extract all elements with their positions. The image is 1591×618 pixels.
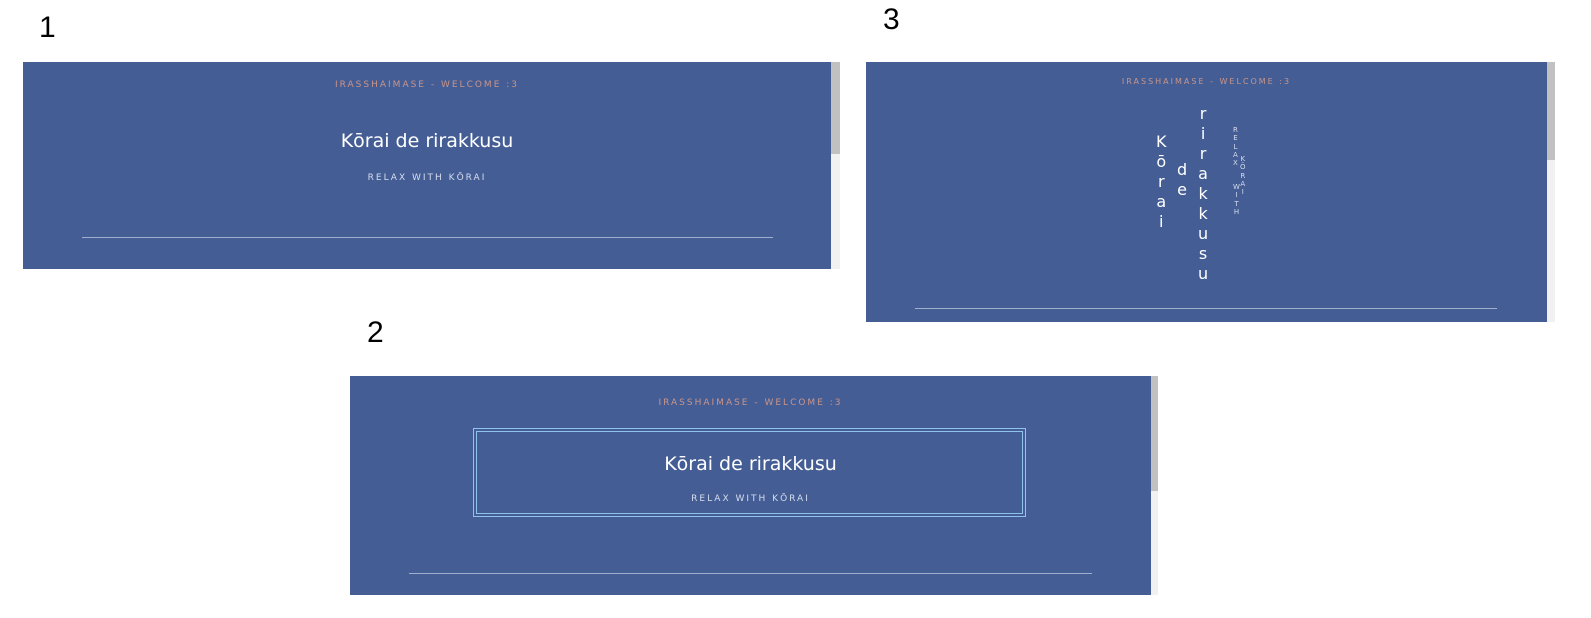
vertical-letter: i xyxy=(1159,212,1164,231)
hero-subtitle: RELAX WITH KŌRAI xyxy=(691,494,810,504)
vertical-letter: T xyxy=(1234,199,1239,208)
hero-subtitle-word-with: WITH xyxy=(1233,183,1240,216)
vertical-letter: u xyxy=(1198,264,1209,283)
welcome-text: IRASSHAIMASE - WELCOME :3 xyxy=(334,80,520,90)
vertical-letter: I xyxy=(1235,191,1238,200)
hero-section: IRASSHAIMASE - WELCOME :3 Kōrai de rirak… xyxy=(350,376,1151,595)
vertical-letter: R xyxy=(1233,126,1238,134)
vertical-letter: i xyxy=(1200,124,1206,143)
welcome-text: IRASSHAIMASE - WELCOME :3 xyxy=(658,398,843,408)
vertical-letter: L xyxy=(1233,142,1238,151)
vertical-letter: r xyxy=(1157,172,1165,191)
vertical-letter: d xyxy=(1177,160,1188,179)
vertical-letter: K xyxy=(1156,132,1167,151)
vertical-letter: e xyxy=(1177,180,1187,199)
scrollbar[interactable] xyxy=(831,62,840,269)
screenshot-panel-3: IRASSHAIMASE - WELCOME :3 Kōrai de rirak… xyxy=(866,62,1555,322)
vertical-letter: a xyxy=(1156,192,1167,211)
vertical-letter: s xyxy=(1198,244,1208,263)
vertical-letter: r xyxy=(1199,104,1207,123)
scrollbar-thumb[interactable] xyxy=(1547,62,1555,160)
hero-section: IRASSHAIMASE - WELCOME :3 Kōrai de rirak… xyxy=(866,62,1547,322)
vertical-letter: ō xyxy=(1156,152,1167,171)
vertical-letter: A xyxy=(1233,150,1238,159)
divider-line xyxy=(915,308,1497,309)
scrollbar-thumb[interactable] xyxy=(1151,376,1158,491)
scrollbar[interactable] xyxy=(1547,62,1555,322)
hero-subtitle: RELAX WITH KŌRAI xyxy=(367,173,487,183)
vertical-letter: u xyxy=(1198,224,1209,243)
vertical-letter: X xyxy=(1233,159,1238,168)
welcome-text: IRASSHAIMASE - WELCOME :3 xyxy=(1121,77,1292,86)
screenshot-panel-1: IRASSHAIMASE - WELCOME :3 Kōrai de rirak… xyxy=(23,62,840,269)
hero-title-word-rirakkusu: rirakkusu xyxy=(1198,104,1208,284)
figure-label-3: 3 xyxy=(883,3,900,36)
vertical-letter: I xyxy=(1241,188,1244,197)
vertical-letter: H xyxy=(1233,207,1240,216)
vertical-letter: E xyxy=(1233,134,1238,143)
screenshot-panel-2: IRASSHAIMASE - WELCOME :3 Kōrai de rirak… xyxy=(350,376,1158,595)
divider-line xyxy=(409,573,1092,574)
vertical-letter: Ō xyxy=(1240,163,1246,172)
divider-line xyxy=(82,237,773,238)
vertical-letter: r xyxy=(1199,144,1207,163)
hero-title-word-korai: Kōrai xyxy=(1156,132,1167,232)
hero-subtitle-word-relax: RELAX xyxy=(1233,126,1238,167)
hero-title-word-de: de xyxy=(1177,160,1187,200)
hero-section: IRASSHAIMASE - WELCOME :3 Kōrai de rirak… xyxy=(23,62,831,269)
vertical-letter: W xyxy=(1233,183,1240,191)
hero-subtitle-word-korai: KŌRAI xyxy=(1240,155,1246,196)
hero-title: Kōrai de rirakkusu xyxy=(664,453,837,475)
figure-label-2: 2 xyxy=(367,316,384,349)
vertical-letter: R xyxy=(1240,171,1246,180)
hero-title: Kōrai de rirakkusu xyxy=(340,130,514,152)
vertical-letter: A xyxy=(1240,179,1246,188)
vertical-letter: k xyxy=(1198,184,1208,203)
vertical-letter: a xyxy=(1198,164,1208,183)
vertical-letter: k xyxy=(1198,204,1208,223)
scrollbar[interactable] xyxy=(1151,376,1158,595)
figure-label-1: 1 xyxy=(39,11,56,44)
scrollbar-thumb[interactable] xyxy=(831,62,840,154)
